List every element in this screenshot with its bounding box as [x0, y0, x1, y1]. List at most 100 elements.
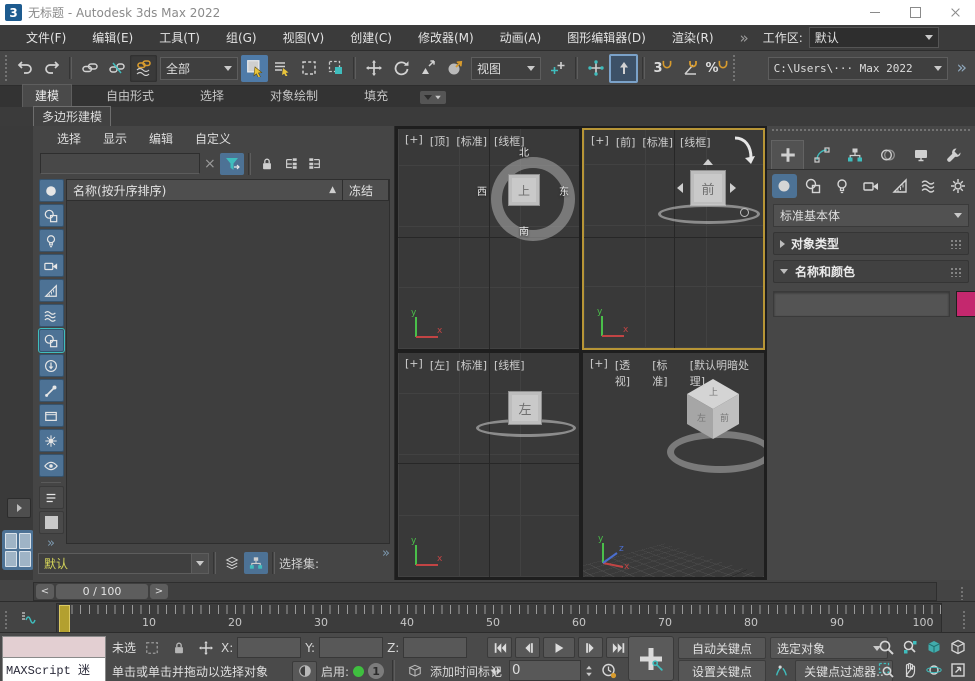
tab-create[interactable] — [771, 140, 804, 169]
ribbon-tab-object-paint[interactable]: 对象绘制 — [258, 85, 330, 107]
ribbon-tab-freeform[interactable]: 自由形式 — [94, 85, 166, 107]
rollout-grip-dots[interactable] — [950, 267, 962, 277]
viewport-left[interactable]: [+] [左] [标准] [线框] 左 y x — [397, 352, 580, 578]
zoom-extents-all-button[interactable] — [946, 637, 969, 657]
select-by-name-button[interactable] — [268, 55, 295, 82]
viewport-shading-menu[interactable]: [默认明暗处理] — [690, 357, 764, 389]
display-groups-toggle[interactable] — [39, 329, 64, 352]
display-shapes-toggle[interactable] — [39, 204, 64, 227]
category-systems-button[interactable] — [945, 174, 970, 198]
display-containers-toggle[interactable] — [39, 404, 64, 427]
maximize-button[interactable] — [895, 0, 935, 25]
time-slider-track[interactable]: < 0 / 100 > — [33, 582, 937, 601]
viewcube[interactable]: 前 — [664, 158, 754, 238]
display-blank-toggle[interactable] — [39, 511, 64, 534]
category-lights-button[interactable] — [830, 174, 855, 198]
explorer-flyout-button[interactable] — [7, 498, 31, 518]
selection-lock-toggle[interactable] — [167, 638, 190, 658]
display-materials-toggle[interactable] — [39, 486, 64, 509]
snap-toggle-button[interactable]: 3 — [649, 55, 676, 82]
zoom-region-button[interactable] — [874, 660, 897, 680]
viewcube-face[interactable]: 前 — [690, 170, 726, 206]
command-panel-grip[interactable] — [771, 128, 971, 133]
next-frame-key-button[interactable] — [578, 637, 603, 658]
zoom-button[interactable] — [874, 637, 897, 657]
viewport-standard-menu[interactable]: [标准] — [456, 357, 487, 373]
z-coordinate-field[interactable] — [403, 637, 467, 658]
viewport-general-menu[interactable]: [+] — [591, 134, 609, 150]
percent-snap-button[interactable]: % — [703, 55, 730, 82]
viewcube[interactable]: 左 — [480, 381, 570, 451]
select-and-manipulate-button[interactable] — [582, 55, 609, 82]
explorer-menu-edit[interactable]: 编辑 — [149, 130, 173, 147]
ribbon-tab-selection[interactable]: 选择 — [188, 85, 236, 107]
select-and-scale-button[interactable] — [414, 55, 441, 82]
object-name-input[interactable] — [773, 291, 950, 317]
sort-by-hierarchy-button[interactable] — [244, 552, 268, 574]
x-coordinate-field[interactable] — [237, 637, 301, 658]
tab-modify[interactable] — [806, 141, 837, 169]
footer-overflow-chevron[interactable]: » — [382, 546, 390, 561]
viewcube-right-arrow-icon[interactable] — [730, 183, 736, 193]
angle-snap-button[interactable] — [676, 55, 703, 82]
menu-views[interactable]: 视图(V) — [283, 29, 325, 46]
maxscript-listener-pane[interactable]: MAXScript 迷 — [3, 658, 105, 680]
frozen-column-header[interactable]: 冻结 — [343, 180, 389, 200]
unlink-selection-button[interactable] — [103, 55, 130, 82]
ribbon-minimize-button[interactable] — [420, 91, 446, 104]
play-button[interactable] — [543, 637, 575, 658]
object-category-dropdown[interactable]: 标准基本体 — [773, 204, 969, 227]
project-folder-dropdown[interactable]: C:\Users\··· Max 2022 — [768, 57, 948, 80]
display-bones-toggle[interactable] — [39, 379, 64, 402]
trackbar-ruler[interactable]: 0 10 20 30 40 50 60 70 80 90 100 — [56, 603, 942, 634]
viewcube-up-arrow-icon[interactable] — [703, 159, 713, 165]
tab-hierarchy[interactable] — [839, 141, 870, 169]
viewcube-face[interactable]: 上 — [508, 174, 540, 206]
display-space-warps-toggle[interactable] — [39, 304, 64, 327]
viewport-pov-menu[interactable]: [左] — [430, 357, 450, 373]
window-crossing-button[interactable] — [322, 55, 349, 82]
viewport-standard-menu[interactable]: [标准] — [642, 134, 673, 150]
viewport-standard-menu[interactable]: [标准] — [652, 357, 682, 389]
time-configuration-button[interactable] — [597, 661, 620, 681]
y-coordinate-field[interactable] — [319, 637, 383, 658]
menu-group[interactable]: 组(G) — [226, 29, 257, 46]
viewport-pov-menu[interactable]: [顶] — [430, 133, 450, 149]
viewport-general-menu[interactable]: [+] — [405, 133, 423, 149]
viewport-general-menu[interactable]: [+] — [590, 357, 608, 389]
time-slider-handle[interactable]: < 0 / 100 > — [36, 584, 168, 599]
trackbar-grip[interactable] — [4, 610, 9, 630]
current-frame-field[interactable] — [509, 660, 581, 681]
category-helpers-button[interactable] — [887, 174, 912, 198]
trackbar-grip[interactable] — [962, 610, 967, 630]
selection-region-button[interactable] — [295, 55, 322, 82]
zoom-all-button[interactable] — [898, 637, 921, 657]
menu-edit[interactable]: 编辑(E) — [92, 29, 133, 46]
category-cameras-button[interactable] — [859, 174, 884, 198]
lock-explorer-button[interactable] — [255, 153, 279, 175]
menu-file[interactable]: 文件(F) — [26, 29, 66, 46]
viewport-front[interactable]: [+] [前] [标准] [线框] 前 y — [582, 128, 765, 350]
object-color-swatch[interactable] — [956, 291, 975, 317]
maximize-viewport-button[interactable] — [946, 660, 969, 680]
display-geometry-toggle[interactable] — [39, 179, 64, 202]
compass-east-label[interactable]: 东 — [559, 183, 569, 198]
toolbar-drag-grip[interactable] — [732, 54, 737, 82]
key-brackets-count[interactable]: 1 — [368, 663, 384, 679]
display-xrefs-toggle[interactable] — [39, 354, 64, 377]
viewport-pov-menu[interactable]: [前] — [616, 134, 636, 150]
close-button[interactable] — [935, 0, 975, 25]
object-type-rollout[interactable]: 对象类型 — [773, 232, 969, 255]
previous-frame-button[interactable]: < — [36, 584, 54, 599]
frame-display[interactable]: 0 / 100 — [56, 584, 148, 599]
viewport-shading-menu[interactable]: [线框] — [680, 134, 711, 150]
select-and-move-button[interactable] — [360, 55, 387, 82]
preset-dropdown-button[interactable] — [192, 553, 209, 574]
isolate-selection-toggle[interactable] — [292, 661, 317, 681]
redo-button[interactable] — [38, 55, 65, 82]
name-and-color-rollout[interactable]: 名称和颜色 — [773, 260, 969, 283]
enable-status-dot[interactable] — [353, 666, 364, 677]
toolbar-drag-grip[interactable] — [4, 54, 9, 82]
selection-filter-dropdown[interactable]: 全部 — [160, 57, 238, 80]
ribbon-tab-modeling[interactable]: 建模 — [22, 84, 72, 107]
